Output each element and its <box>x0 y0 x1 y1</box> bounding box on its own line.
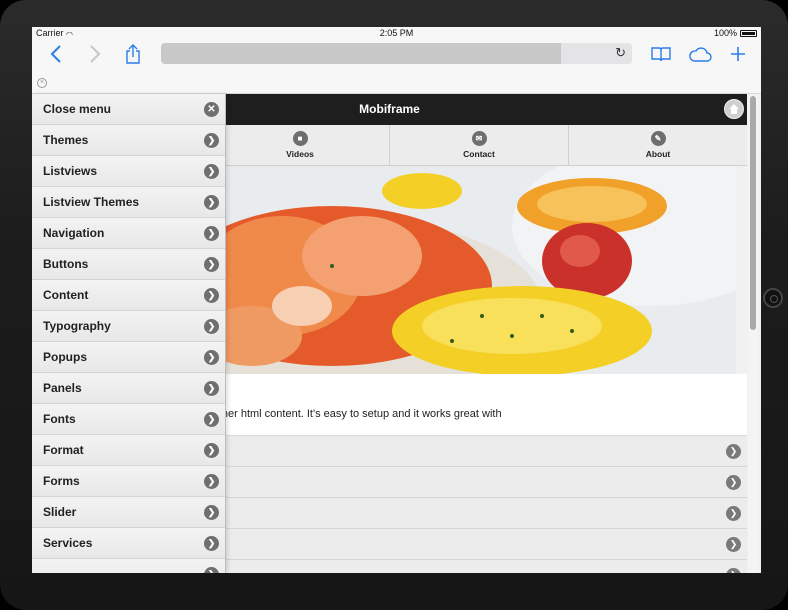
chevron-right-icon: ❯ <box>726 444 741 459</box>
tablet-frame: Carrier ◠ 2:05 PM 100% ↻ × Mobiframe ■ V… <box>0 0 788 610</box>
menu-item-label: Listview Themes <box>43 195 140 209</box>
menu-item-panels[interactable]: Panels ❯ <box>32 373 225 404</box>
menu-item-label: Format <box>43 443 84 457</box>
page-scrollbar[interactable] <box>748 94 758 573</box>
nav-item-contact[interactable]: ✉ Contact <box>389 125 568 165</box>
chevron-right-icon: ❯ <box>204 474 219 489</box>
chevron-right-icon: ❯ <box>726 506 741 521</box>
close-icon[interactable]: ✕ <box>204 102 219 117</box>
menu-item-label: Services <box>43 536 93 550</box>
chevron-right-icon: ❯ <box>204 226 219 241</box>
chevron-right-icon: ❯ <box>204 567 219 573</box>
chevron-right-icon: ❯ <box>204 257 219 272</box>
web-content: Mobiframe ■ Videos ✉ Contact ✎ About r i… <box>32 94 761 573</box>
battery-percent: 100% <box>713 28 737 38</box>
browser-toolbar: ↻ <box>32 40 761 68</box>
menu-item-buttons[interactable]: Buttons ❯ <box>32 249 225 280</box>
tab-close-icon[interactable]: × <box>37 78 47 88</box>
chevron-right-icon: ❯ <box>204 288 219 303</box>
chevron-right-icon: ❯ <box>204 195 219 210</box>
chevron-right-icon: ❯ <box>204 319 219 334</box>
nav-label: About <box>645 149 671 159</box>
chevron-right-icon: ❯ <box>204 350 219 365</box>
menu-item-listviews[interactable]: Listviews ❯ <box>32 156 225 187</box>
menu-item-label: Close menu <box>43 102 112 116</box>
battery-icon <box>740 30 757 37</box>
chevron-right-icon: ❯ <box>204 536 219 551</box>
menu-item-label: Listviews <box>43 164 98 178</box>
book-icon[interactable] <box>649 42 673 66</box>
menu-item-label: Buttons <box>43 257 89 271</box>
menu-item-label: Panels <box>43 381 82 395</box>
chevron-right-icon: ❯ <box>726 568 741 573</box>
pencil-icon: ✎ <box>650 131 666 146</box>
menu-item-popups[interactable]: Popups ❯ <box>32 342 225 373</box>
video-icon: ■ <box>292 131 308 146</box>
menu-item-themes[interactable]: Themes ❯ <box>32 125 225 156</box>
menu-item-label: Typography <box>43 319 111 333</box>
share-icon[interactable] <box>121 42 145 66</box>
address-bar-progress <box>161 43 561 64</box>
nav-label: Contact <box>463 149 495 159</box>
cloud-icon[interactable] <box>688 42 712 66</box>
menu-item-label: Navigation <box>43 226 105 240</box>
status-bar: Carrier ◠ 2:05 PM 100% <box>32 27 761 40</box>
chevron-right-icon[interactable] <box>83 42 107 66</box>
chevron-right-icon: ❯ <box>726 475 741 490</box>
menu-item-listview-themes[interactable]: Listview Themes ❯ <box>32 187 225 218</box>
scrollbar-thumb[interactable] <box>750 96 756 330</box>
menu-item-format[interactable]: Format ❯ <box>32 435 225 466</box>
menu-item-fonts[interactable]: Fonts ❯ <box>32 404 225 435</box>
nav-item-about[interactable]: ✎ About <box>568 125 747 165</box>
side-menu: Close menu ✕ Themes ❯ Listviews ❯ Listvi… <box>32 94 226 573</box>
chevron-right-icon: ❯ <box>204 381 219 396</box>
menu-item-slider[interactable]: Slider ❯ <box>32 497 225 528</box>
chevron-right-icon: ❯ <box>204 443 219 458</box>
menu-item-label: Content <box>43 288 89 302</box>
nav-item-videos[interactable]: ■ Videos <box>210 125 389 165</box>
menu-item-partial[interactable]: ❯ <box>32 559 225 573</box>
home-icon[interactable] <box>724 99 744 119</box>
menu-item-label: Themes <box>43 133 89 147</box>
mail-icon: ✉ <box>471 131 487 146</box>
menu-item-label: Slider <box>43 505 77 519</box>
menu-item-label: Fonts <box>43 412 76 426</box>
chevron-right-icon: ❯ <box>726 537 741 552</box>
screen: Carrier ◠ 2:05 PM 100% ↻ × Mobiframe ■ V… <box>32 27 761 573</box>
chevron-right-icon: ❯ <box>204 505 219 520</box>
menu-item-typography[interactable]: Typography ❯ <box>32 311 225 342</box>
chevron-left-icon[interactable] <box>44 42 68 66</box>
menu-item-forms[interactable]: Forms ❯ <box>32 466 225 497</box>
reload-icon[interactable]: ↻ <box>615 45 626 61</box>
menu-item-content[interactable]: Content ❯ <box>32 280 225 311</box>
chevron-right-icon: ❯ <box>204 412 219 427</box>
menu-item-label: Forms <box>43 474 80 488</box>
menu-item-services[interactable]: Services ❯ <box>32 528 225 559</box>
nav-label: Videos <box>286 149 314 159</box>
tab-strip: × <box>32 68 761 94</box>
chevron-right-icon: ❯ <box>204 164 219 179</box>
status-time: 2:05 PM <box>379 28 414 38</box>
menu-item-label: Popups <box>43 350 87 364</box>
menu-item-close[interactable]: Close menu ✕ <box>32 94 225 125</box>
home-hardware-button[interactable] <box>763 288 783 308</box>
address-bar[interactable]: ↻ <box>161 43 632 64</box>
plus-icon[interactable] <box>726 42 750 66</box>
menu-item-navigation[interactable]: Navigation ❯ <box>32 218 225 249</box>
chevron-right-icon: ❯ <box>204 133 219 148</box>
